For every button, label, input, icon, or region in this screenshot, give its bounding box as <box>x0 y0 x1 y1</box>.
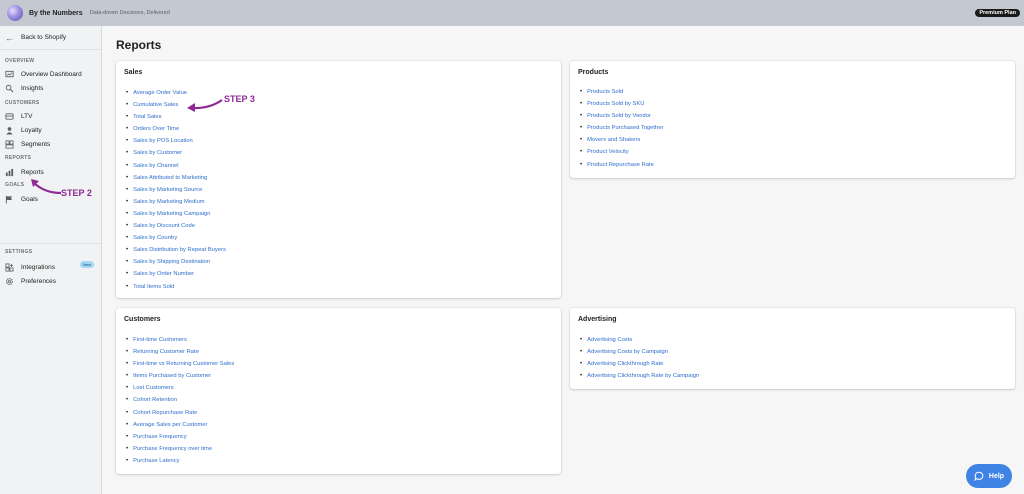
step2-label: STEP 2 <box>61 188 92 198</box>
report-list: Average Order ValueCumulative SalesTotal… <box>126 87 226 293</box>
advertising-card: Advertising Advertising CostsAdvertising… <box>570 308 1015 389</box>
sidebar: ← Back to Shopify OVERVIEW Overview Dash… <box>0 26 102 494</box>
report-link[interactable]: Sales by Marketing Source <box>126 184 226 196</box>
section-overview: OVERVIEW <box>5 58 35 64</box>
report-link[interactable]: Movers and Shakers <box>580 134 663 146</box>
report-link[interactable]: Sales by Customer <box>126 147 226 159</box>
report-link[interactable]: Sales by POS Location <box>126 135 226 147</box>
customers-card: Customers First-time CustomersReturning … <box>116 308 561 474</box>
report-link[interactable]: Orders Over Time <box>126 123 226 135</box>
section-settings: SETTINGS <box>5 249 33 255</box>
app-tagline: Data-driven Decisions, Delivered <box>89 10 170 16</box>
report-link[interactable]: Advertising Clickthrough Rate by Campaig… <box>580 370 699 382</box>
sidebar-item-label: Segments <box>21 141 51 148</box>
step3-label: STEP 3 <box>224 94 255 104</box>
report-link[interactable]: Cohort Repurchase Rate <box>126 407 234 419</box>
divider <box>0 49 102 50</box>
report-link[interactable]: Sales by Country <box>126 232 226 244</box>
report-link[interactable]: Products Sold by Vendor <box>580 110 663 122</box>
plan-badge: Premium Plan <box>975 9 1020 17</box>
help-label: Help <box>988 472 1005 480</box>
section-reports: REPORTS <box>5 155 32 161</box>
report-list: Products SoldProducts Sold by SKUProduct… <box>580 86 663 171</box>
sidebar-item-label: Overview Dashboard <box>21 71 82 78</box>
sidebar-item-loyalty[interactable]: Loyalty <box>5 126 42 135</box>
sidebar-item-label: Reports <box>21 169 44 176</box>
report-link[interactable]: Average Sales per Customer <box>126 419 234 431</box>
page-title: Reports <box>116 38 162 52</box>
report-link[interactable]: Sales Distribution by Repeat Buyers <box>126 244 226 256</box>
card-title: Products <box>578 69 609 76</box>
report-link[interactable]: Total Items Sold <box>126 281 226 293</box>
report-link[interactable]: First-time vs Returning Customer Sales <box>126 358 234 370</box>
sidebar-item-label: Insights <box>21 85 44 92</box>
sidebar-item-segments[interactable]: Segments <box>5 140 50 149</box>
report-link[interactable]: Purchase Frequency <box>126 431 234 443</box>
report-link[interactable]: Products Sold <box>580 86 663 98</box>
bar-chart-icon <box>5 168 14 177</box>
sales-card: Sales Average Order ValueCumulative Sale… <box>116 61 561 298</box>
back-label: Back to Shopify <box>21 34 67 41</box>
dashboard-icon <box>5 70 14 79</box>
top-bar: By the Numbers Data-driven Decisions, De… <box>0 0 1024 26</box>
report-link[interactable]: Lost Customers <box>126 382 234 394</box>
help-button[interactable]: Help <box>966 464 1012 488</box>
report-link[interactable]: Products Sold by SKU <box>580 98 663 110</box>
section-customers: CUSTOMERS <box>5 100 40 106</box>
products-card: Products Products SoldProducts Sold by S… <box>570 61 1015 178</box>
report-link[interactable]: Sales by Order Number <box>126 268 226 280</box>
report-link[interactable]: First-time Customers <box>126 334 234 346</box>
report-link[interactable]: Advertising Costs by Campaign <box>580 346 699 358</box>
report-link[interactable]: Advertising Clickthrough Rate <box>580 358 699 370</box>
report-link[interactable]: Sales by Channel <box>126 160 226 172</box>
app-name: By the Numbers <box>29 9 83 17</box>
card-title: Sales <box>124 69 143 76</box>
report-link[interactable]: Returning Customer Rate <box>126 346 234 358</box>
sidebar-item-integrations[interactable]: Integrations <box>5 263 55 272</box>
section-goals: GOALS <box>5 182 25 188</box>
report-link[interactable]: Sales by Shipping Destination <box>126 256 226 268</box>
report-link[interactable]: Sales by Marketing Campaign <box>126 208 226 220</box>
divider <box>0 243 102 244</box>
sidebar-item-insights[interactable]: Insights <box>5 84 43 93</box>
report-link[interactable]: Items Purchased by Customer <box>126 370 234 382</box>
app-logo <box>7 5 23 21</box>
sidebar-item-label: Loyalty <box>21 127 42 134</box>
report-link[interactable]: Product Velocity <box>580 146 663 158</box>
report-link[interactable]: Product Repurchase Rate <box>580 159 663 171</box>
ltv-icon <box>5 112 14 121</box>
sidebar-item-overview-dashboard[interactable]: Overview Dashboard <box>5 70 82 79</box>
step3-arrow <box>187 99 223 112</box>
insights-icon <box>5 84 14 93</box>
new-badge: New <box>80 261 95 268</box>
card-title: Customers <box>124 316 161 323</box>
flag-icon <box>5 195 14 204</box>
report-link[interactable]: Purchase Latency <box>126 455 234 467</box>
sidebar-item-label: Integrations <box>21 264 55 271</box>
back-to-shopify-link[interactable]: ← Back to Shopify <box>5 32 67 43</box>
report-list: Advertising CostsAdvertising Costs by Ca… <box>580 334 699 382</box>
segments-icon <box>5 140 14 149</box>
sidebar-item-ltv[interactable]: LTV <box>5 112 32 121</box>
report-link[interactable]: Sales by Marketing Medium <box>126 196 226 208</box>
report-list: First-time CustomersReturning Customer R… <box>126 334 234 467</box>
report-link[interactable]: Products Purchased Together <box>580 122 663 134</box>
report-link[interactable]: Advertising Costs <box>580 334 699 346</box>
card-title: Advertising <box>578 316 617 323</box>
person-icon <box>5 126 14 135</box>
arrow-left-icon: ← <box>5 32 14 43</box>
report-link[interactable]: Sales by Discount Code <box>126 220 226 232</box>
report-link[interactable]: Sales Attributed to Marketing <box>126 172 226 184</box>
sidebar-item-label: Preferences <box>21 278 57 285</box>
sidebar-item-preferences[interactable]: Preferences <box>5 277 56 286</box>
step2-arrow <box>31 179 62 195</box>
chat-bubble-icon <box>974 471 984 481</box>
gear-icon <box>5 277 14 286</box>
report-link[interactable]: Purchase Frequency over time <box>126 443 234 455</box>
report-link[interactable]: Cohort Retention <box>126 394 234 406</box>
integrations-icon <box>5 263 14 272</box>
sidebar-item-label: LTV <box>21 113 33 120</box>
